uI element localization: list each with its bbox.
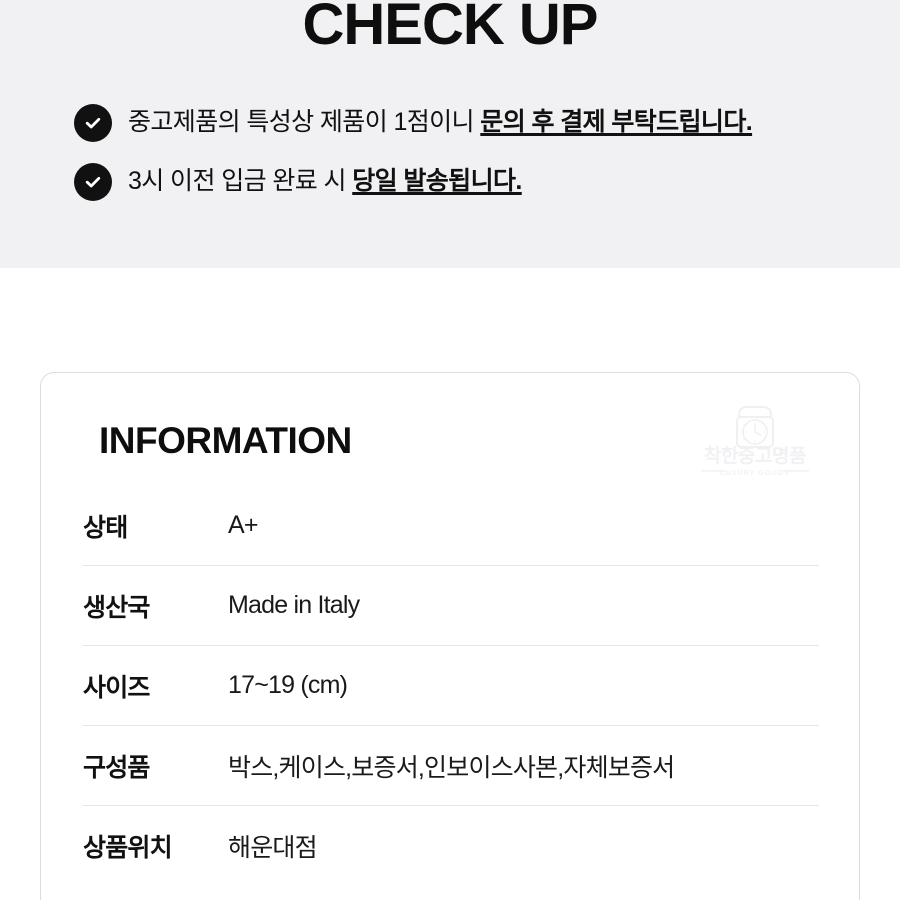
table-row: 생산국 Made in Italy [83, 566, 819, 646]
table-row: 상품위치 해운대점 [83, 806, 819, 886]
row-label: 구성품 [83, 753, 150, 782]
checkup-item-normal: 중고제품의 특성상 제품이 1점이니 [128, 108, 481, 136]
row-value: A+ [228, 511, 258, 539]
row-label: 생산국 [83, 593, 150, 622]
row-label: 상태 [83, 513, 128, 542]
row-label: 상품위치 [83, 834, 173, 862]
checkup-section: CHECK UP 중고제품의 특성상 제품이 1점이니 문의 후 결제 부탁드립… [0, 0, 900, 268]
information-card: INFORMATION 착한중고명품 LUXURY GOODS 상태 A+ 생산… [40, 372, 860, 900]
checkup-item-text: 중고제품의 특성상 제품이 1점이니 문의 후 결제 부탁드립니다. [128, 103, 753, 141]
list-item: 중고제품의 특성상 제품이 1점이니 문의 후 결제 부탁드립니다. [74, 103, 874, 142]
watch-logo-icon [736, 406, 774, 448]
page-title: CHECK UP [302, 0, 599, 57]
check-circle-icon [74, 163, 112, 201]
table-row: 상태 A+ [83, 486, 819, 566]
row-value: 해운대점 [228, 834, 318, 862]
checkup-list: 중고제품의 특성상 제품이 1점이니 문의 후 결제 부탁드립니다. 3시 이전… [74, 103, 874, 221]
brand-tagline: LUXURY GOODS [720, 470, 790, 477]
table-row: 구성품 박스,케이스,보증서,인보이스사본,자체보증서 [83, 726, 819, 806]
table-row: 사이즈 17~19 (cm) [83, 646, 819, 726]
check-circle-icon [74, 104, 112, 142]
information-table: 상태 A+ 생산국 Made in Italy 사이즈 17~19 (cm) 구… [83, 486, 819, 886]
information-title: INFORMATION [99, 420, 352, 461]
row-value: 17~19 (cm) [228, 671, 348, 699]
row-value: Made in Italy [228, 591, 360, 619]
section-divider [0, 268, 900, 372]
checkup-item-emphasis: 문의 후 결제 부탁드립니다. [480, 108, 753, 136]
row-value: 박스,케이스,보증서,인보이스사본,자체보증서 [228, 753, 675, 782]
checkup-item-emphasis: 당일 발송됩니다. [352, 167, 522, 195]
list-item: 3시 이전 입금 완료 시 당일 발송됩니다. [74, 162, 874, 201]
row-label: 사이즈 [83, 673, 150, 702]
brand-name-text: 착한중고명품 [704, 445, 806, 467]
checkup-item-normal: 3시 이전 입금 완료 시 [128, 167, 353, 195]
checkup-item-text: 3시 이전 입금 완료 시 당일 발송됩니다. [128, 162, 522, 200]
brand-watermark-logo: 착한중고명품 LUXURY GOODS [689, 401, 821, 479]
